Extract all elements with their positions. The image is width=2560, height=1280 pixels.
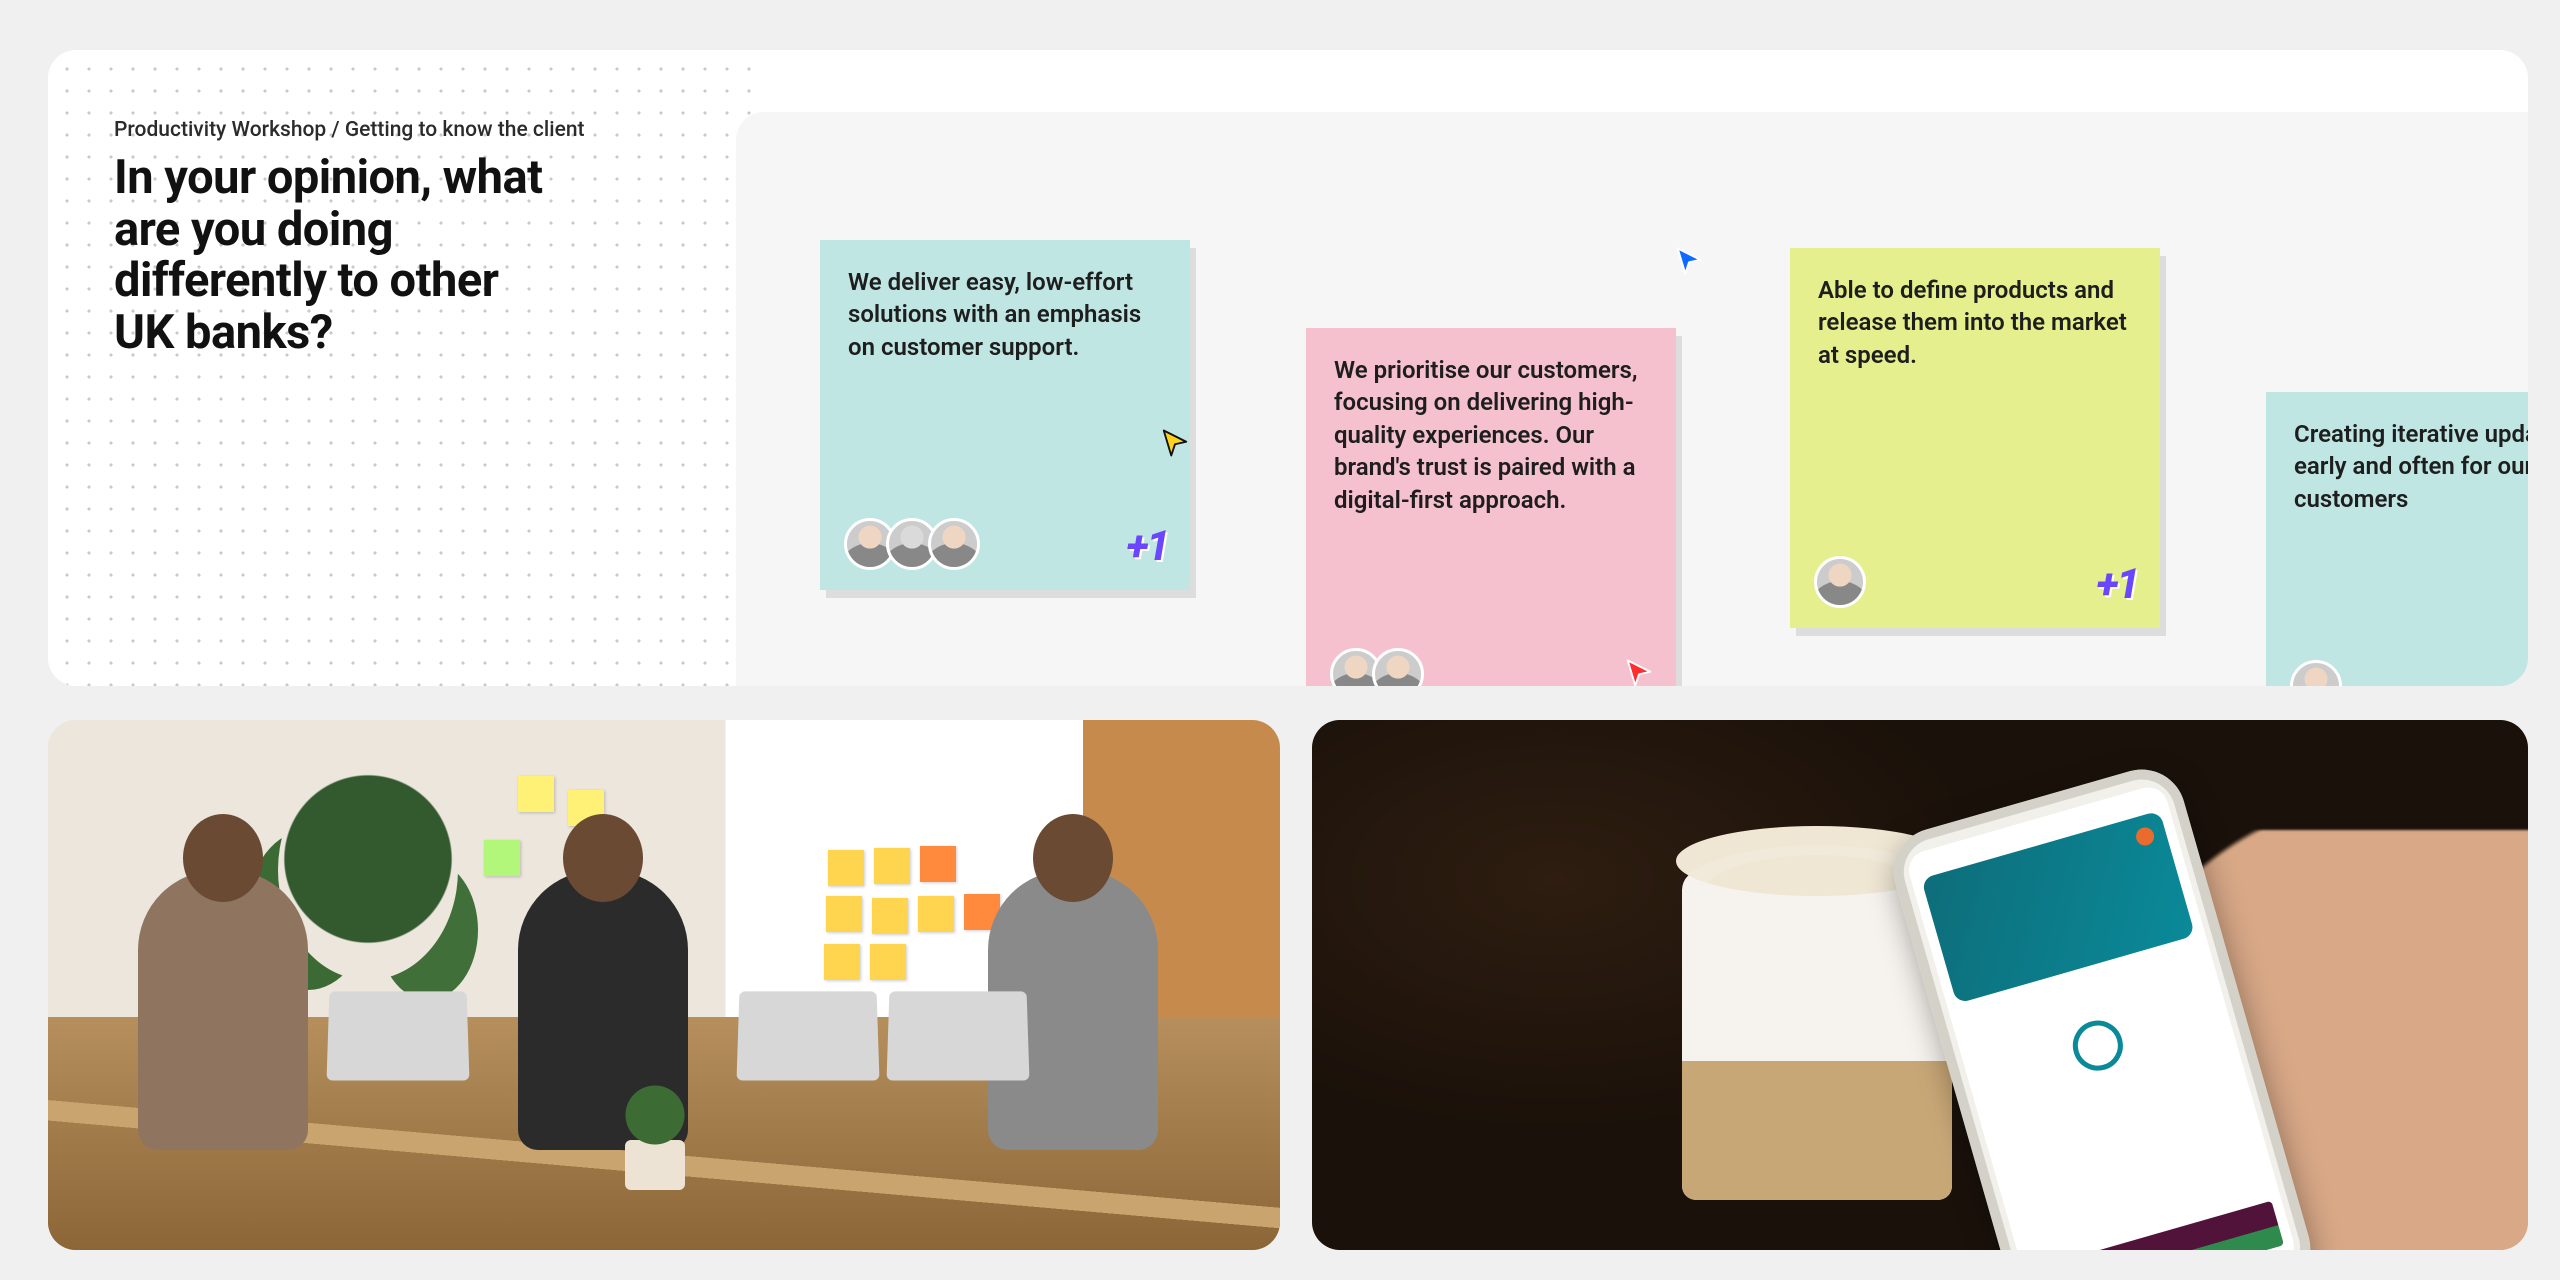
sticky-note[interactable]: Able to define products and release them… — [1790, 248, 2160, 628]
dot-grid — [48, 50, 768, 686]
page-title: In your opinion, what are you doing diff… — [114, 152, 544, 359]
breadcrumb[interactable]: Productivity Workshop / Getting to know … — [114, 118, 585, 142]
avatar-stack — [844, 518, 970, 570]
avatar[interactable] — [1372, 648, 1424, 686]
avatar-stack — [2290, 660, 2332, 686]
photo-phone — [1312, 720, 2528, 1250]
sticky-board[interactable]: We deliver easy, low-effort solutions wi… — [736, 112, 2528, 686]
photo-content — [48, 720, 1280, 1250]
plus-one-badge[interactable]: +1 — [1127, 519, 1168, 576]
sticky-text: Able to define products and release them… — [1818, 274, 2132, 371]
sticky-text: Creating iterative updates early and oft… — [2294, 418, 2528, 515]
whiteboard-canvas[interactable]: Productivity Workshop / Getting to know … — [48, 50, 2528, 686]
sticky-text: We prioritise our customers, focusing on… — [1334, 354, 1648, 516]
plus-one-badge[interactable]: +1 — [2097, 557, 2138, 614]
photo-workshop — [48, 720, 1280, 1250]
sticky-note[interactable]: Creating iterative updates early and oft… — [2266, 392, 2528, 686]
avatar-stack — [1330, 648, 1414, 686]
avatar[interactable] — [2290, 660, 2342, 686]
sticky-note[interactable]: We prioritise our customers, focusing on… — [1306, 328, 1676, 686]
sticky-text: We deliver easy, low-effort solutions wi… — [848, 266, 1162, 363]
avatar[interactable] — [928, 518, 980, 570]
photo-content — [1312, 720, 2528, 1250]
avatar-stack — [1814, 556, 1856, 608]
avatar[interactable] — [1814, 556, 1866, 608]
sticky-note[interactable]: We deliver easy, low-effort solutions wi… — [820, 240, 1190, 590]
